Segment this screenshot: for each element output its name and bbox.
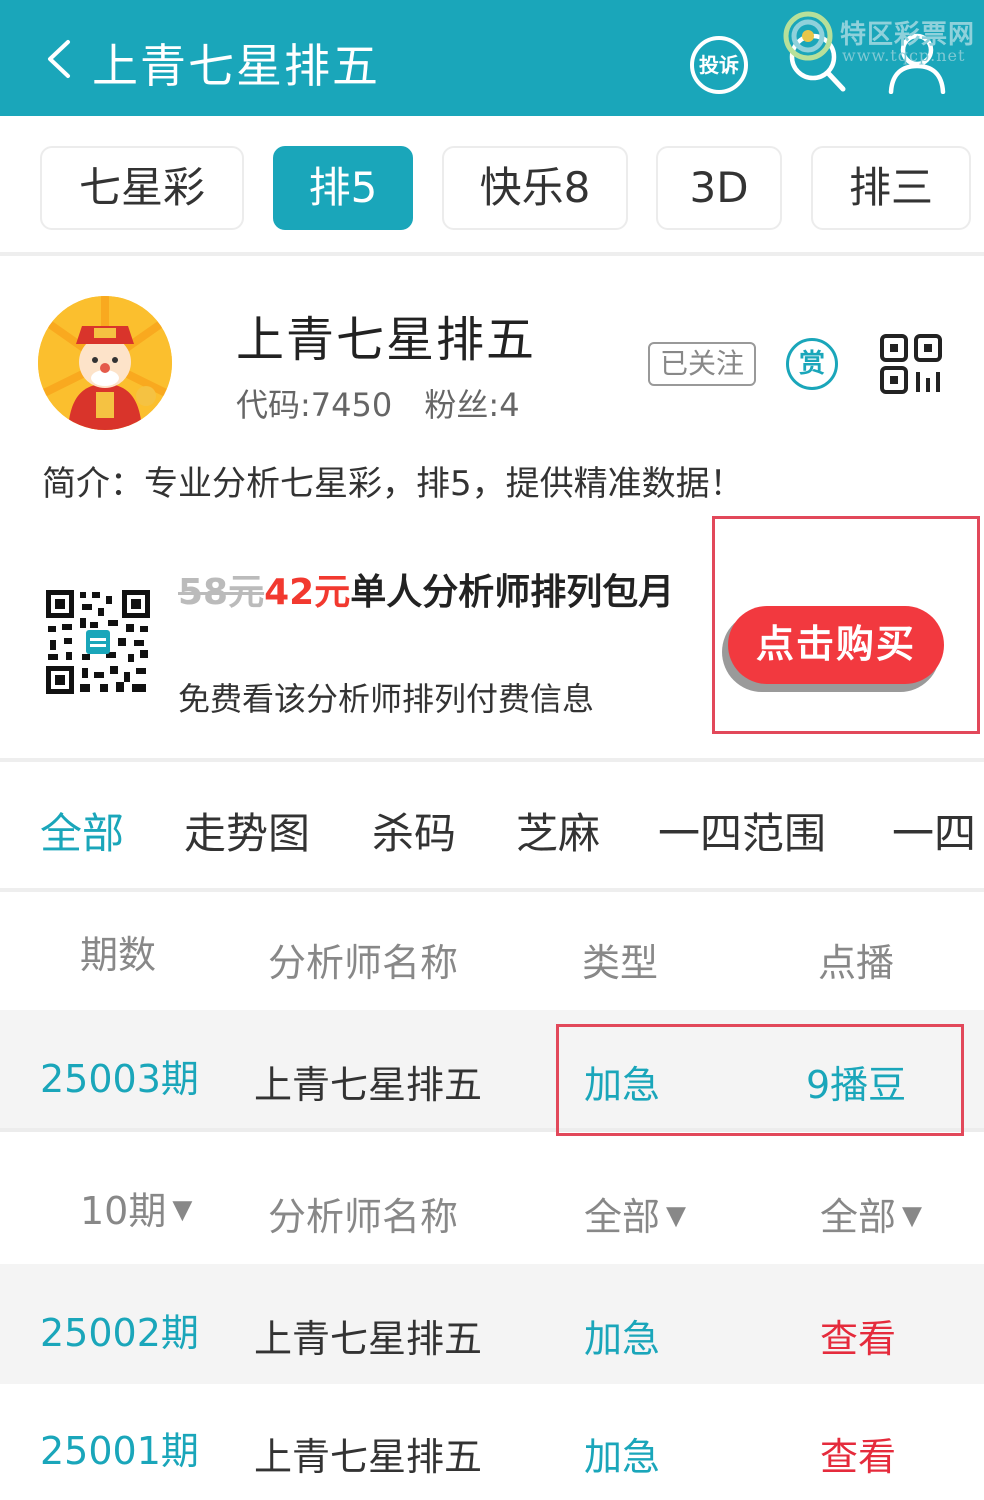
row-analyst: 上青七星排五 [254, 1317, 483, 1361]
header-period: 期数 [80, 933, 157, 977]
chevron-down-icon: ▼ [902, 1201, 923, 1231]
row-analyst: 上青七星排五 [254, 1063, 483, 1107]
chevron-down-icon: ▼ [172, 1195, 193, 1225]
lottery-tab-kuaile8[interactable]: 快乐8 [442, 146, 628, 230]
filter-play[interactable]: 全部 ▼ [820, 1186, 922, 1241]
lottery-tab-pai5[interactable]: 排5 [273, 146, 413, 230]
promo-qr-code-icon [44, 588, 152, 696]
watermark-logo-icon [783, 11, 833, 61]
followed-button[interactable]: 已关注 [648, 342, 756, 386]
row-period: 25003期 [40, 1057, 199, 1101]
category-tabs: 全部 走势图 杀码 芝麻 一四范围 一四 [0, 758, 984, 892]
qr-code-icon[interactable] [880, 334, 942, 394]
lottery-tab-paisan[interactable]: 排三 [811, 146, 971, 230]
avatar-caishen-icon [38, 296, 172, 430]
header-analyst: 分析师名称 [268, 941, 459, 985]
row-view-link[interactable]: 查看 [820, 1308, 896, 1363]
price-highlight-box [556, 1024, 964, 1136]
category-tab-yisi[interactable]: 一四 [892, 800, 976, 861]
promo-subtitle: 免费看该分析师排列付费信息 [178, 680, 595, 718]
promo-old-price: 58元 [178, 572, 265, 613]
row-period: 25001期 [40, 1429, 199, 1473]
filter-row: 10期 ▼ 分析师名称 全部 ▼ 全部 ▼ [0, 1140, 984, 1264]
header-play: 点播 [818, 941, 895, 985]
table-row[interactable]: 25002期 上青七星排五 加急 查看 [0, 1264, 984, 1384]
category-tab-sesame[interactable]: 芝麻 [516, 800, 600, 861]
lottery-tab-3d[interactable]: 3D [656, 146, 782, 230]
back-arrow-icon[interactable] [40, 34, 80, 84]
analyst-fans: 粉丝:4 [424, 386, 520, 424]
row-type: 加急 [584, 1317, 661, 1361]
row-type: 加急 [584, 1435, 661, 1479]
row-view-link[interactable]: 查看 [820, 1426, 896, 1481]
category-tab-kill[interactable]: 杀码 [372, 800, 456, 861]
chevron-down-icon: ▼ [666, 1201, 687, 1231]
category-tab-all[interactable]: 全部 [40, 800, 124, 861]
promo-new-price: 42元 [264, 572, 351, 613]
analyst-meta: 代码:7450 粉丝:4 [236, 380, 542, 426]
filter-analyst: 分析师名称 [268, 1195, 459, 1239]
filter-period[interactable]: 10期 ▼ [80, 1180, 192, 1235]
avatar[interactable] [38, 296, 172, 430]
header-type: 类型 [582, 941, 659, 985]
watermark-url: www.tqcp.net [842, 46, 966, 65]
complain-button[interactable]: 投诉 [690, 36, 748, 94]
lottery-tabs: 七星彩 排5 快乐8 3D 排三 [0, 116, 984, 256]
site-watermark: 特区彩票网 www.tqcp.net [782, 8, 982, 68]
filter-type[interactable]: 全部 ▼ [584, 1186, 686, 1241]
row-analyst: 上青七星排五 [254, 1435, 483, 1479]
lottery-tab-qixingcai[interactable]: 七星彩 [40, 146, 244, 230]
buy-button[interactable]: 点击购买 [728, 606, 944, 684]
analyst-intro: 简介：专业分析七星彩，排5，提供精准数据！ [42, 464, 744, 504]
page-title: 上青七星排五 [92, 39, 380, 93]
row-period: 25002期 [40, 1311, 199, 1355]
analyst-name: 上青七星排五 [236, 312, 537, 368]
table-header: 期数 分析师名称 类型 点播 [0, 892, 984, 1010]
filter-play-label: 全部 [820, 1195, 897, 1239]
reward-button[interactable]: 赏 [786, 338, 838, 390]
promo-title-text: 单人分析师排列包月 [350, 572, 675, 613]
category-tab-range[interactable]: 一四范围 [658, 800, 826, 861]
category-tab-trend[interactable]: 走势图 [184, 800, 310, 861]
analyst-code: 代码:7450 [236, 386, 393, 424]
promo-title: 58元42元单人分析师排列包月 [178, 570, 698, 616]
filter-type-label: 全部 [584, 1195, 661, 1239]
table-row[interactable]: 25001期 上青七星排五 加急 查看 [0, 1384, 984, 1500]
filter-period-label: 10期 [80, 1189, 167, 1233]
